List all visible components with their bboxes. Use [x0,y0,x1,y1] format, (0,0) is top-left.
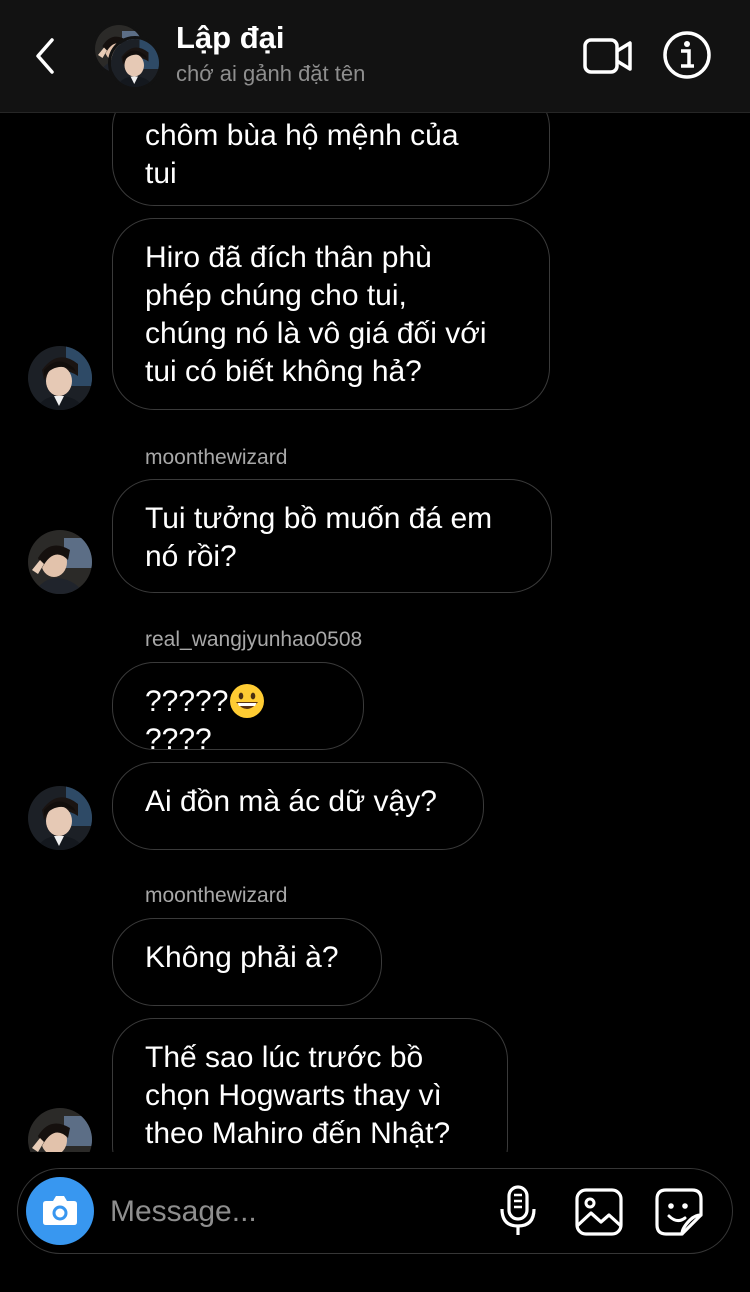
message-input[interactable] [108,1189,472,1235]
sender-name: moonthewizard [145,446,288,469]
sender-name: moonthewizard [145,884,288,907]
sender-avatar[interactable] [28,786,92,850]
info-icon [663,31,711,79]
group-avatar[interactable] [92,22,162,90]
sticker-button[interactable] [654,1187,704,1237]
message-text: Không phải à? [145,941,339,974]
sender-avatar[interactable] [28,346,92,410]
message-bubble[interactable]: Không phải à? [112,918,382,1006]
message-text: ????? [145,685,229,718]
video-camera-icon [583,38,632,74]
message-text: ???? [145,723,212,756]
conversation-header: Lập đại chớ ai gảnh đặt tên [0,0,750,113]
image-icon [575,1188,623,1236]
message-text: Hiro đã đích thân phù phép chúng cho tui… [145,241,487,388]
message-text: chôm bùa hộ mệnh của tui [145,119,459,190]
video-call-button[interactable] [582,34,634,78]
grinning-face-emoji [230,684,265,718]
conversation-info-button[interactable] [662,30,712,80]
group-avatar-front [108,36,162,90]
conversation-title[interactable]: Lập đại [176,20,285,56]
voice-message-button[interactable] [496,1185,540,1237]
sender-avatar[interactable] [28,1108,92,1152]
message-bubble[interactable]: Ai đồn mà ác dữ vậy? [112,762,484,850]
sender-name: real_wangjyunhao0508 [145,628,363,651]
conversation-subtitle[interactable]: chớ ai gảnh đặt tên [176,61,365,87]
camera-button[interactable] [26,1177,94,1245]
message-bubble[interactable]: Thế sao lúc trước bồ chọn Hogwarts thay … [112,1018,508,1152]
microphone-icon [500,1185,536,1235]
sender-avatar[interactable] [28,530,92,594]
gallery-button[interactable] [574,1187,624,1237]
sticker-icon [655,1188,703,1236]
back-button[interactable] [28,34,64,78]
message-text: Tui tưởng bồ muốn đá em nó rồi? [145,502,493,573]
chevron-left-icon [36,38,54,74]
message-text: Ai đồn mà ác dữ vậy? [145,785,437,818]
message-thread[interactable]: chôm bùa hộ mệnh của tui Hiro đã đích th… [0,112,750,1152]
message-bubble[interactable]: Hiro đã đích thân phù phép chúng cho tui… [112,218,550,410]
camera-icon [43,1196,77,1225]
message-bubble[interactable]: Tui tưởng bồ muốn đá em nó rồi? [112,479,552,593]
message-bubble[interactable]: chôm bùa hộ mệnh của tui [112,112,550,206]
message-text: Thế sao lúc trước bồ chọn Hogwarts thay … [145,1041,451,1150]
message-bubble[interactable]: ????? ???? [112,662,364,756]
message-composer [17,1168,733,1254]
